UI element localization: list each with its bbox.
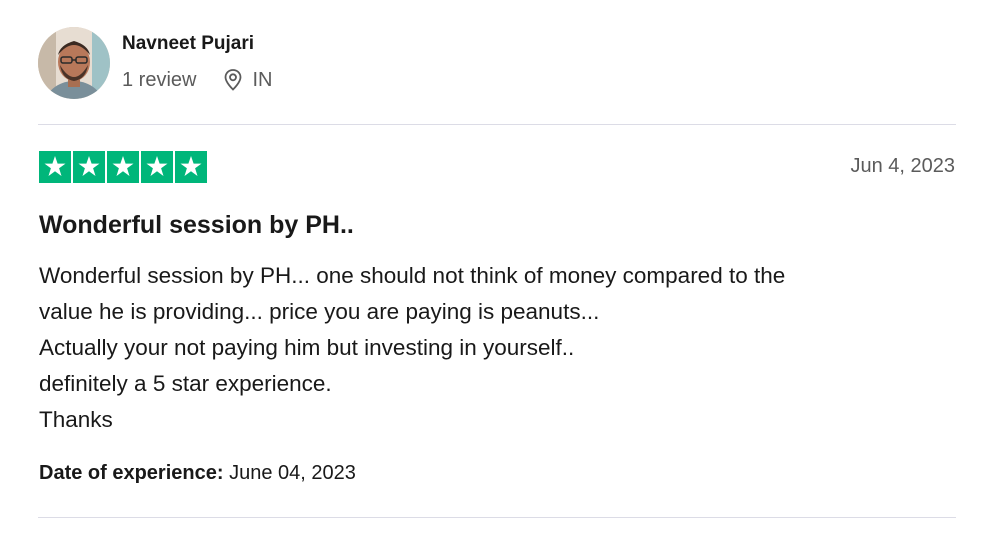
review-body-line: Wonderful session by PH... one should no… (39, 263, 786, 288)
review-title[interactable]: Wonderful session by PH.. (39, 211, 354, 240)
avatar[interactable] (38, 27, 110, 99)
reviewer-name[interactable]: Navneet Pujari (122, 33, 254, 55)
reviewer-country: IN (252, 68, 273, 91)
star-icon (141, 151, 173, 183)
divider (38, 124, 956, 125)
review-body: Wonderful session by PH... one should no… (39, 258, 959, 438)
review-count: 1 review (122, 68, 197, 91)
experience-date: June 04, 2023 (229, 462, 356, 484)
review-body-line: definitely a 5 star experience. (39, 371, 332, 396)
review-date: Jun 4, 2023 (850, 155, 955, 177)
date-of-experience: Date of experience: June 04, 2023 (39, 462, 356, 485)
star-rating (39, 151, 207, 183)
star-icon (39, 151, 71, 183)
reviewer-meta: 1 review IN (122, 68, 272, 92)
review-card: Navneet Pujari 1 review IN Jun 4, 2023 W… (0, 0, 994, 549)
star-icon (107, 151, 139, 183)
review-body-line: Thanks (39, 407, 113, 432)
review-body-line: Actually your not paying him but investi… (39, 335, 575, 360)
star-icon (73, 151, 105, 183)
location-pin-icon (222, 68, 244, 92)
review-body-line: value he is providing... price you are p… (39, 299, 600, 324)
star-icon (175, 151, 207, 183)
divider (38, 517, 956, 518)
experience-label: Date of experience: (39, 462, 224, 484)
